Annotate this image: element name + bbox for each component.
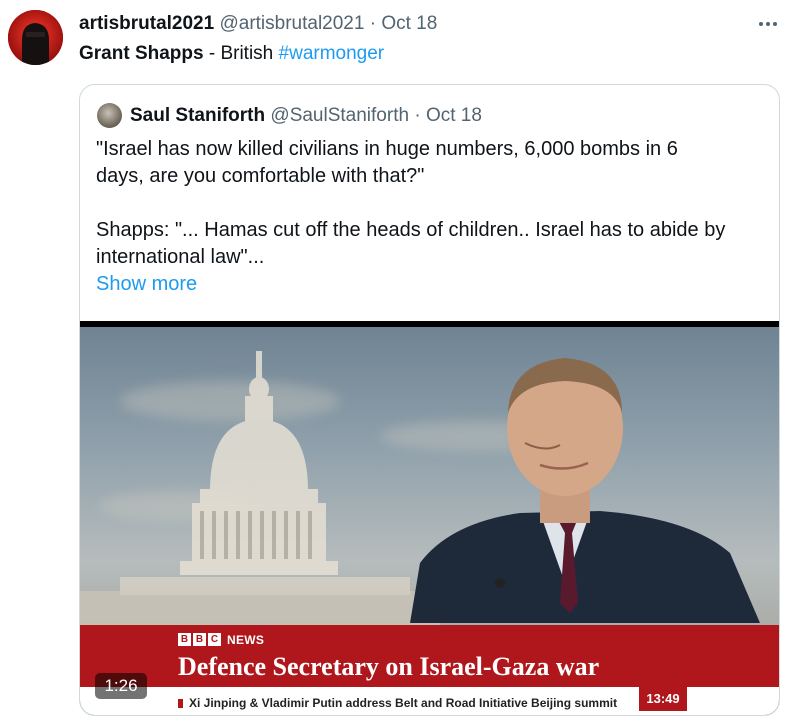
quoted-tweet-text: "Israel has now killed civilians in huge… — [96, 136, 766, 271]
ticker-text: Xi Jinping & Vladimir Putin address Belt… — [189, 696, 618, 710]
quoted-author-avatar[interactable] — [97, 103, 122, 128]
author-name[interactable]: artisbrutal2021 — [79, 13, 214, 34]
brand-label: NEWS — [227, 632, 265, 647]
capitol-building — [80, 351, 440, 631]
hashtag-link[interactable]: #warmonger — [279, 43, 385, 64]
quoted-tweet-header: Saul Staniforth @SaulStaniforth · Oct 18 — [130, 103, 482, 128]
tweet[interactable]: artisbrutal2021 @artisbrutal2021 · Oct 1… — [0, 0, 807, 728]
news-headline: Defence Secretary on Israel-Gaza war — [178, 652, 600, 681]
ticker-bullet-icon — [178, 699, 183, 708]
tweet-header: artisbrutal2021 @artisbrutal2021 · Oct 1… — [79, 12, 437, 36]
interviewee-figure — [410, 358, 760, 623]
news-lower-third: B B C NEWS Defence Secretary on Israel-G… — [80, 625, 779, 715]
more-horizontal-icon[interactable] — [756, 8, 780, 38]
author-avatar[interactable] — [8, 10, 63, 65]
separator: · — [369, 13, 377, 34]
bbc-news-logo: B B C NEWS — [178, 632, 265, 647]
tweet-text-plain: - British — [203, 43, 279, 64]
video-duration-badge: 1:26 — [95, 673, 147, 699]
news-clock: 13:49 — [639, 687, 687, 711]
author-handle[interactable]: @artisbrutal2021 — [219, 13, 364, 34]
video-player[interactable]: B B C NEWS Defence Secretary on Israel-G… — [80, 321, 779, 715]
quoted-tweet[interactable]: Saul Staniforth @SaulStaniforth · Oct 18… — [79, 84, 780, 716]
show-more-link[interactable]: Show more — [96, 271, 197, 298]
quoted-tweet-date[interactable]: Oct 18 — [426, 105, 482, 126]
quoted-author-handle[interactable]: @SaulStaniforth — [270, 105, 409, 126]
quoted-author-name[interactable]: Saul Staniforth — [130, 105, 265, 126]
separator: · — [414, 105, 421, 126]
tweet-date[interactable]: Oct 18 — [381, 13, 437, 34]
quoted-text-line: Shapps: "... Hamas cut off the heads of … — [96, 219, 726, 241]
quoted-text-line: international law"... — [96, 246, 265, 268]
tweet-text-bold: Grant Shapps — [79, 43, 204, 64]
quoted-text-line: days, are you comfortable with that?" — [96, 165, 425, 187]
quoted-text-line: "Israel has now killed civilians in huge… — [96, 138, 678, 160]
tweet-text: Grant Shapps - British #warmonger — [79, 42, 384, 66]
